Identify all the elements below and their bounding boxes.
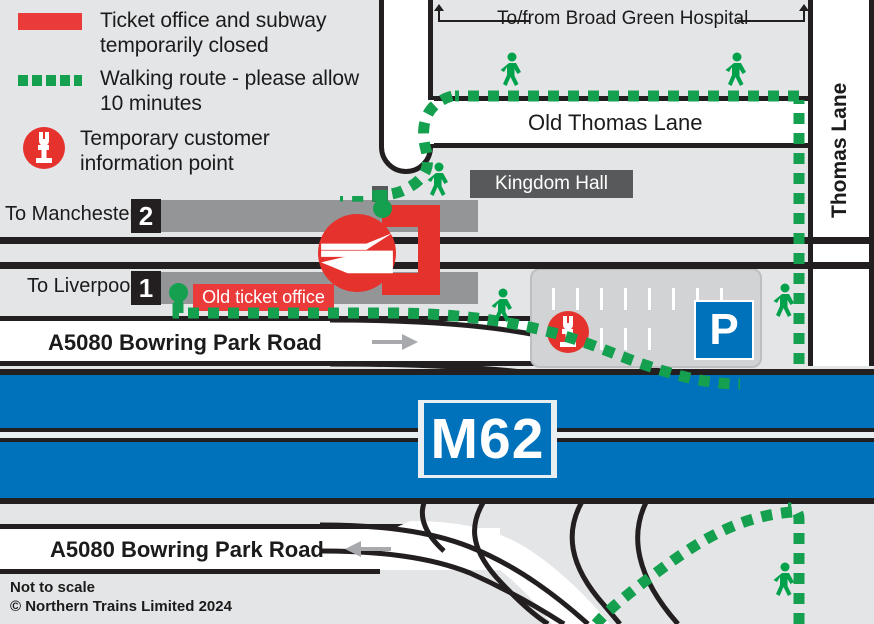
thomas-lane-label: Thomas Lane xyxy=(828,82,851,218)
a5080-top-direction-arrow xyxy=(372,334,418,350)
scale-note: Not to scale xyxy=(10,579,96,596)
walking-route-marker-ticket-office xyxy=(169,283,188,309)
legend-label: Temporary customer information point xyxy=(80,127,270,175)
information-point-icon xyxy=(22,126,66,170)
hospital-spur-joint xyxy=(384,100,434,144)
parking-bay-line xyxy=(672,288,675,310)
old-thomas-lane-label: Old Thomas Lane xyxy=(528,110,703,135)
platform-1-label: To Liverpool xyxy=(27,275,135,297)
pedestrian-icon xyxy=(488,288,520,330)
a5080-bottom-label: A5080 Bowring Park Road xyxy=(50,537,324,562)
a5080-top-label: A5080 Bowring Park Road xyxy=(48,330,322,355)
parking-sign-letter: P xyxy=(709,305,739,354)
parking-bay-line xyxy=(576,288,579,310)
map-footer: Not to scale © Northern Trains Limited 2… xyxy=(10,578,232,616)
parking-bay-line xyxy=(624,288,627,310)
parking-bay-line xyxy=(552,288,555,310)
information-point-icon xyxy=(546,310,590,354)
hospital-arrow-left-head xyxy=(434,4,444,11)
legend-item-walking-route: Walking route - please allow 10 minutes xyxy=(18,66,368,116)
m62-edge-bottom xyxy=(0,498,874,504)
parking-bay-line xyxy=(600,328,603,350)
green-dashed-swatch-icon xyxy=(18,75,82,86)
lamp-bulb xyxy=(373,199,392,218)
national-rail-logo xyxy=(318,214,396,292)
pedestrian-icon xyxy=(770,283,802,325)
parking-bay-line xyxy=(648,288,651,310)
pedestrian-icon xyxy=(770,562,802,604)
walking-route-marker-platform xyxy=(373,199,392,225)
copyright-notice: © Northern Trains Limited 2024 xyxy=(10,598,232,615)
pedestrian-icon xyxy=(722,52,754,94)
parking-bay-line xyxy=(648,328,651,350)
kingdom-hall-label: Kingdom Hall xyxy=(470,170,633,198)
m62-shield-label: M62 xyxy=(430,406,545,471)
m62-shield: M62 xyxy=(418,400,557,478)
station-access-map: To/from Broad Green Hospital Old Thomas … xyxy=(0,0,874,624)
a5080-bottom-direction-arrow xyxy=(345,541,391,557)
slip-roads xyxy=(320,495,680,624)
m62-shield-inner: M62 xyxy=(421,400,554,478)
platform-2-label: To Manchester xyxy=(5,203,137,225)
pedestrian-icon xyxy=(424,162,456,204)
legend-item-information-point: Temporary customer information point xyxy=(22,126,372,176)
old-thomas-lane-edge-top xyxy=(430,96,812,101)
lamp-stem xyxy=(174,300,183,309)
hospital-spur-edge xyxy=(379,0,433,174)
red-bar-swatch-icon xyxy=(18,13,82,30)
hospital-route-label: To/from Broad Green Hospital xyxy=(497,8,749,29)
old-ticket-office-label: Old ticket office xyxy=(193,284,334,311)
platform-2-number: 2 xyxy=(131,199,161,233)
legend-item-closed: Ticket office and subway temporarily clo… xyxy=(18,8,368,58)
parking-sign: P xyxy=(694,300,754,360)
parking-bay-line xyxy=(600,288,603,310)
platform-1-number: 1 xyxy=(131,271,161,305)
old-thomas-lane-edge-bottom xyxy=(430,143,812,148)
parking-bay-line xyxy=(624,328,627,350)
pedestrian-icon xyxy=(497,52,529,94)
legend-label: Walking route - please allow 10 minutes xyxy=(100,67,360,115)
legend-label: Ticket office and subway temporarily clo… xyxy=(100,9,327,57)
map-legend: Ticket office and subway temporarily clo… xyxy=(0,0,372,196)
